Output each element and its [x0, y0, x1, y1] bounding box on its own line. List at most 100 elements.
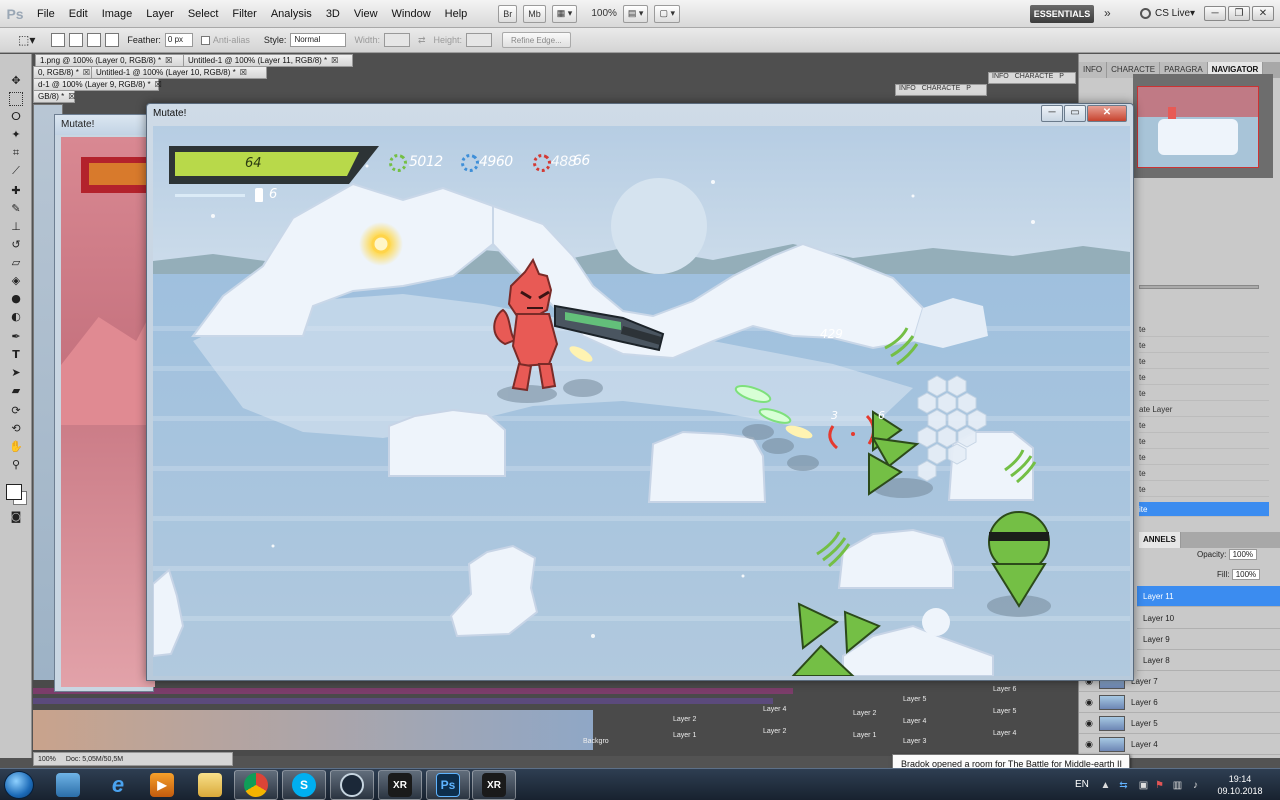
history-item[interactable]: ate Layer [1139, 402, 1269, 417]
history-item[interactable]: te [1139, 418, 1269, 433]
mini-panel-tab[interactable]: INFO [992, 73, 1009, 80]
workspace-switcher[interactable]: ESSENTIALS [1030, 5, 1094, 23]
visibility-eye-icon[interactable]: ◉ [1083, 739, 1095, 750]
layer-row[interactable]: ◉ Layer 4 [1079, 734, 1280, 755]
doc-tab[interactable]: GB/8) * ☒ [33, 90, 75, 103]
layer-row-selected[interactable]: Layer 11 [1137, 586, 1280, 607]
pen-tool-icon[interactable]: ✒ [9, 330, 23, 344]
taskbar-app-ie[interactable]: e [96, 770, 140, 800]
history-item[interactable]: te [1139, 370, 1269, 385]
screen-mode-button[interactable]: ▢ ▾ [654, 4, 680, 23]
history-item[interactable]: te [1139, 338, 1269, 353]
layer-row[interactable]: ◉ Layer 5 [1079, 713, 1280, 734]
tab-channels[interactable]: ANNELS [1139, 532, 1181, 548]
close-button[interactable]: ✕ [1252, 6, 1274, 21]
menu-edit[interactable]: Edit [62, 8, 95, 20]
paint-bucket-icon[interactable]: ◈ [9, 274, 23, 288]
close-icon[interactable]: ☒ [331, 56, 338, 65]
minimize-button[interactable]: ─ [1041, 105, 1063, 122]
intersect-selection-icon[interactable] [105, 33, 120, 47]
3d-orbit-icon[interactable]: ⟲ [9, 422, 23, 436]
opacity-control[interactable]: Opacity: 100% [1197, 549, 1258, 560]
swap-icon[interactable]: ⇄ [418, 35, 426, 46]
visibility-eye-icon[interactable]: ◉ [1083, 697, 1095, 708]
game-window-background[interactable]: Mutate! [54, 114, 155, 692]
cs-live-menu[interactable]: CS Live▾ [1140, 8, 1195, 19]
tray-network-app-icon[interactable]: ⇆ [1118, 780, 1129, 791]
navigator-zoom-slider[interactable] [1139, 285, 1259, 289]
add-selection-icon[interactable] [69, 33, 84, 47]
minibridge-button[interactable]: Mb [523, 4, 546, 23]
mini-panel-tab[interactable]: CHARACTE [1015, 73, 1054, 80]
lasso-tool-icon[interactable]: ⵔ [9, 110, 23, 124]
history-item[interactable]: te [1139, 466, 1269, 481]
tray-display-icon[interactable]: ▣ [1138, 780, 1149, 791]
height-input[interactable] [466, 33, 493, 47]
mini-panel-tab[interactable]: P [966, 85, 971, 92]
blur-tool-icon[interactable]: ● [9, 292, 23, 306]
layer-row[interactable]: Layer 10 [1137, 608, 1280, 629]
marquee-tool-preset-icon[interactable]: ⬚▾ [18, 33, 35, 47]
menu-window[interactable]: Window [385, 8, 438, 20]
refine-edge-button[interactable]: Refine Edge... [502, 32, 571, 48]
crop-tool-icon[interactable]: ⌗ [9, 146, 23, 160]
arrange-documents-button[interactable]: ▤ ▾ [622, 4, 649, 23]
visibility-eye-icon[interactable]: ◉ [1083, 718, 1095, 729]
view-extras-button[interactable]: ▦ ▾ [551, 4, 578, 23]
tray-clock[interactable]: 19:14 09.10.2018 [1212, 773, 1268, 797]
magic-wand-icon[interactable]: ✦ [9, 128, 23, 142]
new-selection-icon[interactable] [51, 33, 66, 47]
taskbar-app-steam[interactable] [330, 770, 374, 800]
feather-input[interactable]: 0 px [164, 33, 193, 47]
foreground-color-swatch[interactable] [6, 484, 22, 500]
taskbar-app-chrome[interactable] [234, 770, 278, 800]
antialias-checkbox[interactable] [200, 35, 210, 45]
close-icon[interactable]: ☒ [240, 68, 247, 77]
brush-tool-icon[interactable]: ✎ [9, 202, 23, 216]
taskbar-app-xr-2[interactable]: XR [472, 770, 516, 800]
eyedropper-icon[interactable]: ⟋ [9, 164, 23, 178]
path-selection-icon[interactable]: ➤ [9, 366, 23, 380]
opacity-input[interactable]: 100% [1228, 549, 1258, 560]
menu-layer[interactable]: Layer [139, 8, 181, 20]
tray-volume-icon[interactable]: ♪ [1190, 780, 1201, 791]
start-button[interactable] [4, 771, 34, 799]
layer-row[interactable]: Layer 8 [1137, 650, 1280, 671]
history-item[interactable]: te [1139, 322, 1269, 337]
close-icon[interactable]: ☒ [165, 56, 172, 65]
marquee-tool-icon[interactable] [9, 92, 23, 106]
dodge-tool-icon[interactable]: ◐ [9, 310, 23, 324]
healing-brush-icon[interactable]: ✚ [9, 184, 23, 198]
zoom-level[interactable]: 100% [591, 8, 617, 19]
width-input[interactable] [383, 33, 410, 47]
tab-info[interactable]: INFO [1079, 62, 1108, 78]
menu-help[interactable]: Help [438, 8, 475, 20]
restore-button[interactable]: ❐ [1228, 6, 1250, 21]
eraser-icon[interactable]: ▱ [9, 256, 23, 270]
taskbar-app-xr[interactable]: XR [378, 770, 422, 800]
navigator-preview[interactable] [1133, 74, 1273, 178]
style-select[interactable]: Normal [290, 33, 347, 47]
menu-image[interactable]: Image [95, 8, 140, 20]
quick-mask-icon[interactable]: ◙ [9, 510, 23, 524]
move-tool-icon[interactable]: ✥ [9, 74, 23, 88]
menu-analysis[interactable]: Analysis [264, 8, 319, 20]
close-icon[interactable]: ☒ [83, 68, 90, 77]
close-icon[interactable]: ☒ [68, 92, 75, 101]
subtract-selection-icon[interactable] [87, 33, 102, 47]
mini-panel-tab[interactable]: INFO [899, 85, 916, 92]
layer-row[interactable]: ◉ Layer 6 [1079, 692, 1280, 713]
fill-input[interactable]: 100% [1231, 569, 1261, 580]
close-icon[interactable]: ☒ [155, 80, 162, 89]
clone-stamp-icon[interactable]: ⊥ [9, 220, 23, 234]
mini-panel-tab[interactable]: P [1059, 73, 1064, 80]
menu-3d[interactable]: 3D [319, 8, 347, 20]
tray-flag-icon[interactable]: ⚑ [1154, 780, 1165, 791]
zoom-tool-icon[interactable]: ⚲ [9, 458, 23, 472]
language-indicator[interactable]: EN [1075, 779, 1089, 790]
mini-panel-tab[interactable]: CHARACTE [922, 85, 961, 92]
menu-file[interactable]: File [30, 8, 62, 20]
shape-tool-icon[interactable]: ▰ [9, 384, 23, 398]
type-tool-icon[interactable]: T [9, 348, 23, 362]
close-button[interactable]: ✕ [1087, 105, 1127, 122]
